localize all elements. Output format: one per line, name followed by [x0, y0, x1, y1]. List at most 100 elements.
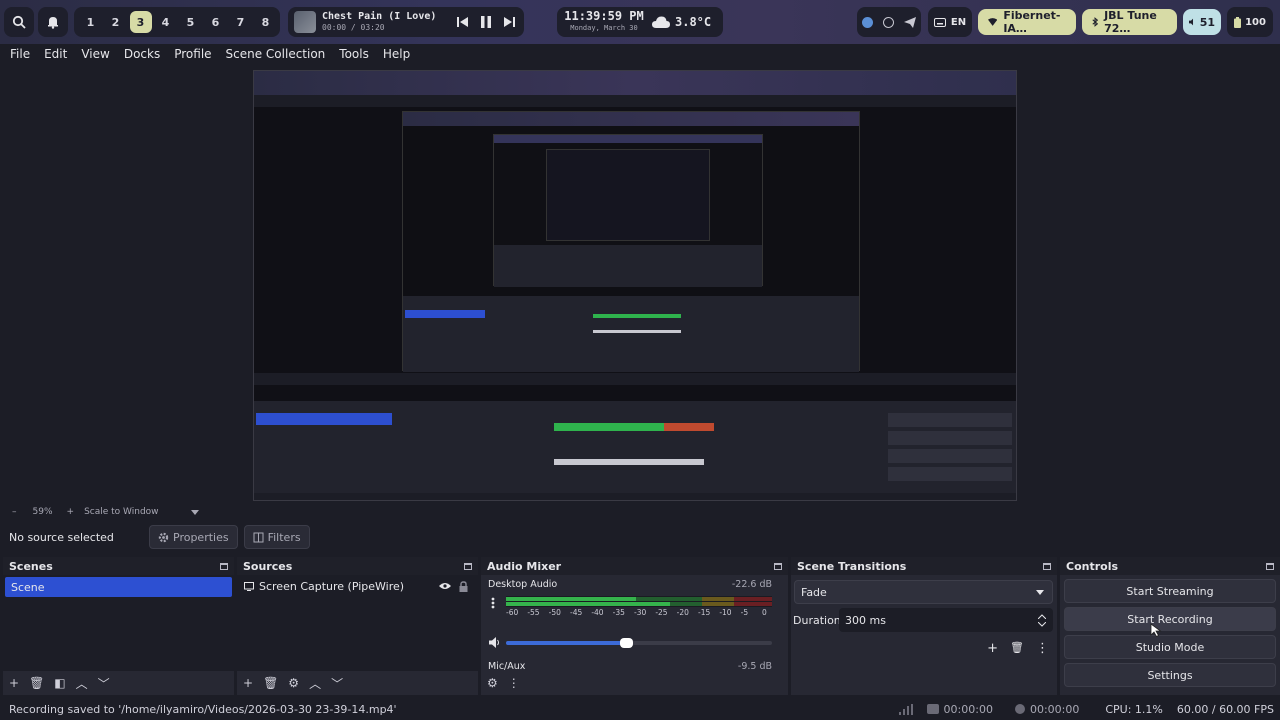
preview-area: [0, 63, 1280, 505]
meter-scale-label: -30: [634, 608, 647, 617]
desktop-volume-slider[interactable]: [506, 638, 772, 648]
zoom-mode-select[interactable]: Scale to Window: [84, 507, 158, 517]
settings-button[interactable]: Settings: [1064, 663, 1276, 687]
scene-item-label: Scene: [11, 580, 45, 594]
stream-icon: [926, 704, 939, 714]
wifi-icon: [988, 18, 998, 26]
add-scene-icon[interactable]: +: [9, 676, 19, 690]
workspace-6[interactable]: 6: [205, 11, 227, 33]
controls-title: Controls: [1066, 559, 1119, 573]
remove-transition-icon[interactable]: 🗑: [1010, 641, 1024, 656]
next-track-icon[interactable]: [502, 16, 516, 28]
preview-canvas[interactable]: [253, 70, 1017, 501]
eye-icon[interactable]: [439, 582, 451, 590]
menu-tools[interactable]: Tools: [339, 47, 369, 61]
audio-settings-icon[interactable]: ⚙: [487, 676, 498, 690]
nested-docks: [254, 401, 1016, 493]
workspace-3[interactable]: 3: [129, 11, 152, 33]
workspace-8[interactable]: 8: [255, 11, 277, 33]
move-down-icon[interactable]: ﹀: [98, 675, 110, 692]
monitor-icon: [244, 581, 254, 591]
float-dock-icon[interactable]: [220, 562, 228, 570]
menu-view[interactable]: View: [81, 47, 109, 61]
menu-profile[interactable]: Profile: [174, 47, 211, 61]
source-properties-icon[interactable]: ⚙: [288, 676, 299, 690]
signal-bars-icon: [898, 703, 913, 715]
previous-track-icon[interactable]: [456, 16, 470, 28]
source-item[interactable]: Screen Capture (PipeWire): [237, 575, 478, 597]
controls-dock: Controls Start Streaming Start Recording…: [1060, 557, 1280, 695]
menu-help[interactable]: Help: [383, 47, 410, 61]
volume-chip[interactable]: 51: [1183, 9, 1221, 35]
stream-time: 00:00:00: [943, 702, 993, 716]
lock-icon[interactable]: [459, 580, 468, 592]
spin-down-icon[interactable]: [1038, 621, 1046, 627]
tray-app-icon[interactable]: [862, 16, 873, 28]
transitions-body: Fade Duration 300 ms + 🗑 ⋮: [791, 575, 1057, 695]
start-recording-button[interactable]: Start Recording: [1064, 607, 1276, 631]
weather-temp: 3.8°C: [675, 15, 712, 29]
scenes-list: Scene: [3, 575, 234, 671]
move-down-icon[interactable]: ﹀: [331, 675, 343, 692]
transitions-title: Scene Transitions: [797, 559, 907, 573]
filters-button[interactable]: Filters: [243, 525, 310, 549]
start-streaming-button[interactable]: Start Streaming: [1064, 579, 1276, 603]
status-bar: Recording saved to '/home/ilyamiro/Video…: [0, 698, 1280, 720]
properties-button[interactable]: Properties: [149, 525, 238, 549]
remove-scene-icon[interactable]: 🗑: [29, 676, 44, 690]
spin-up-icon[interactable]: [1038, 613, 1046, 619]
menu-file[interactable]: File: [10, 47, 30, 61]
scene-filters-icon[interactable]: ◧: [54, 676, 65, 690]
float-dock-icon[interactable]: [774, 562, 782, 570]
float-dock-icon[interactable]: [1266, 562, 1274, 570]
channel-menu-icon[interactable]: [491, 597, 495, 609]
transition-menu-icon[interactable]: ⋮: [1036, 641, 1049, 656]
controls-body: Start Streaming Start Recording Studio M…: [1060, 575, 1280, 695]
zoom-minus-icon[interactable]: –: [12, 507, 17, 517]
wifi-chip[interactable]: Fibernet-IA…: [978, 9, 1076, 35]
volume-label: 51: [1199, 15, 1215, 29]
zoom-plus-icon[interactable]: +: [67, 507, 75, 517]
notifications-button[interactable]: [38, 7, 68, 37]
scenes-dock-header: Scenes: [3, 557, 234, 575]
menu-docks[interactable]: Docks: [124, 47, 160, 61]
scene-item[interactable]: Scene: [5, 577, 232, 597]
add-source-icon[interactable]: +: [243, 676, 253, 690]
battery-indicator[interactable]: 100: [1227, 7, 1273, 37]
search-icon: [12, 15, 26, 29]
menu-scene-collection[interactable]: Scene Collection: [226, 47, 326, 61]
bluetooth-chip[interactable]: JBL Tune 72…: [1082, 9, 1177, 35]
status-message: Recording saved to '/home/ilyamiro/Video…: [9, 702, 397, 716]
source-item-label: Screen Capture (PipeWire): [259, 579, 405, 593]
studio-mode-button[interactable]: Studio Mode: [1064, 635, 1276, 659]
add-transition-icon[interactable]: +: [987, 641, 998, 656]
workspace-5[interactable]: 5: [180, 11, 202, 33]
mouse-cursor-icon: [1150, 623, 1162, 637]
workspace-4[interactable]: 4: [155, 11, 177, 33]
gear-icon: [158, 532, 169, 542]
keyboard-layout[interactable]: EN: [928, 7, 972, 37]
meter-scale-label: -60: [506, 608, 519, 617]
pause-icon[interactable]: [480, 15, 492, 29]
media-title: Chest Pain (I Love): [322, 11, 437, 22]
workspace-2[interactable]: 2: [105, 11, 127, 33]
remove-source-icon[interactable]: 🗑: [263, 676, 278, 690]
duration-spinbox[interactable]: 300 ms: [839, 608, 1053, 632]
float-dock-icon[interactable]: [464, 562, 472, 570]
workspace-1[interactable]: 1: [80, 11, 102, 33]
workspace-7[interactable]: 7: [230, 11, 252, 33]
float-dock-icon[interactable]: [1043, 562, 1051, 570]
meter-scale-label: -15: [698, 608, 711, 617]
move-up-icon[interactable]: ︿: [309, 675, 321, 692]
move-up-icon[interactable]: ︿: [76, 675, 88, 692]
telegram-icon[interactable]: [904, 16, 916, 28]
tray-globe-icon[interactable]: [883, 16, 894, 28]
speaker-icon[interactable]: [489, 637, 501, 648]
transition-select[interactable]: Fade: [794, 580, 1053, 604]
audio-menu-icon[interactable]: ⋮: [508, 676, 520, 690]
slider-knob[interactable]: [620, 638, 633, 648]
chevron-down-icon[interactable]: [190, 509, 199, 515]
meter-scale-label: -10: [719, 608, 732, 617]
menu-edit[interactable]: Edit: [44, 47, 67, 61]
search-button[interactable]: [4, 7, 34, 37]
